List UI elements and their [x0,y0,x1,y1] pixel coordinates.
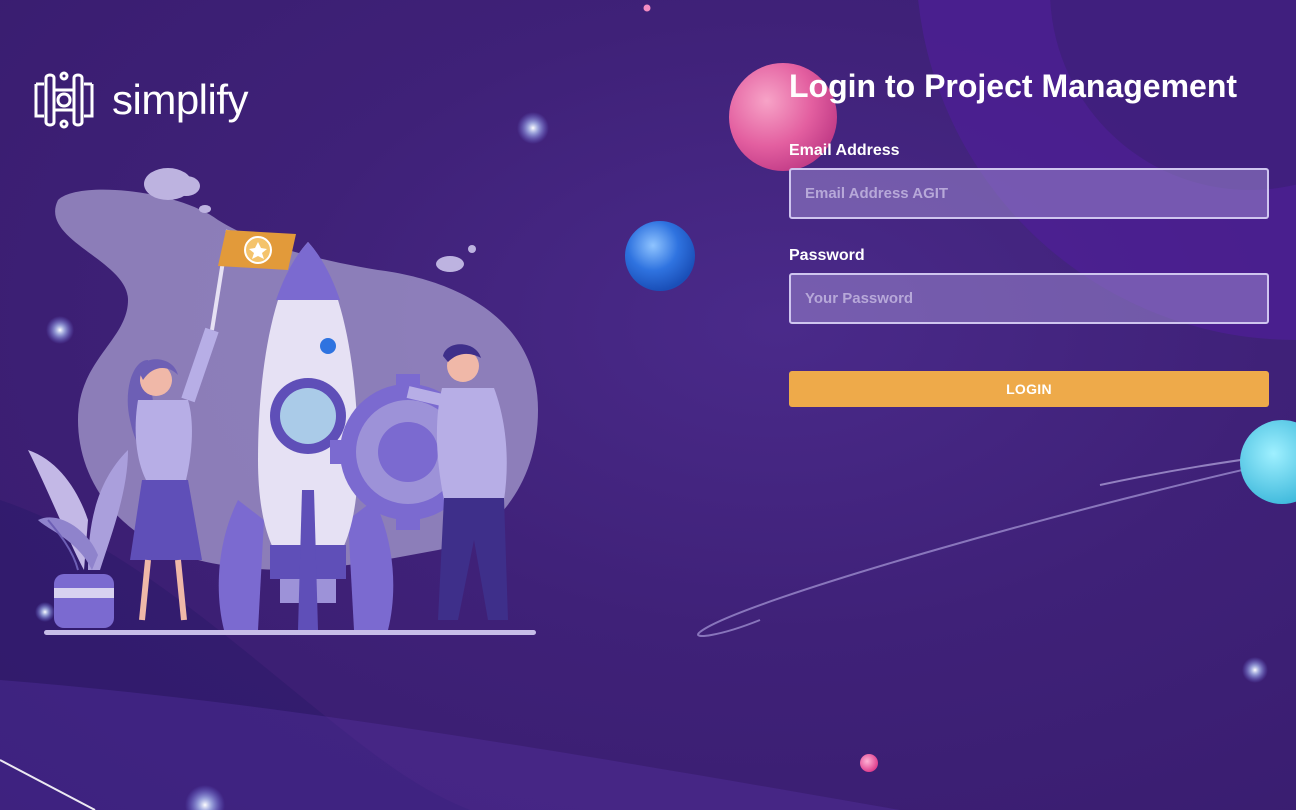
login-button[interactable]: LOGIN [789,371,1269,407]
plant-icon [28,450,128,628]
login-form: Login to Project Management Email Addres… [789,64,1269,407]
email-field[interactable] [789,168,1269,219]
login-title: Login to Project Management [789,68,1238,104]
brand-logo: simplify [32,70,249,130]
email-label: Email Address [789,142,900,159]
password-field[interactable] [789,273,1269,324]
brand-name: simplify [112,76,249,123]
password-label: Password [789,247,865,264]
simplify-logo-icon [34,71,94,129]
ground-line [44,630,536,635]
rocket-team-illustration [28,168,538,635]
